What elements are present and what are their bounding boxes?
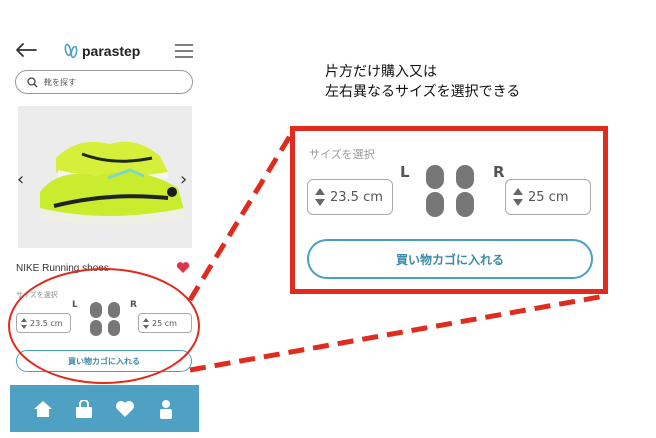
right-size-value: 25 cm [152, 318, 177, 328]
connector-dashed-line-bottom [189, 293, 606, 373]
user-icon [160, 399, 173, 419]
stepper-arrows-icon[interactable] [513, 188, 523, 206]
bag-icon [75, 399, 92, 418]
phone-screen: parastep 靴を探す ‹ › NIKE Running shoes サイズ… [8, 36, 200, 432]
right-size-stepper[interactable]: 25 cm [138, 313, 192, 333]
size-select-label: サイズを選択 [16, 291, 58, 299]
app-logo[interactable]: parastep [64, 42, 140, 60]
search-input[interactable]: 靴を探す [15, 70, 193, 94]
shoe-image [18, 106, 192, 248]
hamburger-menu-icon[interactable] [174, 43, 194, 59]
footprint-logo-icon [64, 43, 78, 59]
feet-pictogram-icon [90, 302, 120, 336]
stepper-arrows-icon[interactable] [143, 317, 149, 329]
stepper-arrows-icon[interactable] [21, 317, 27, 329]
size-select-label: サイズを選択 [309, 148, 375, 161]
product-name: NIKE Running shoes [16, 263, 109, 274]
right-size-value: 25 cm [528, 189, 569, 205]
left-foot-marker: L [400, 163, 410, 181]
left-size-value: 23.5 cm [330, 189, 383, 205]
left-foot-marker: L [72, 300, 78, 310]
search-icon [27, 76, 38, 87]
left-size-stepper[interactable]: 23.5 cm [307, 179, 393, 215]
tab-bag[interactable] [72, 398, 96, 420]
app-logo-text: parastep [82, 43, 141, 59]
right-foot-marker: R [130, 300, 137, 310]
search-placeholder: 靴を探す [44, 77, 76, 87]
left-size-stepper[interactable]: 23.5 cm [16, 313, 71, 333]
prev-image-chevron-icon[interactable]: ‹ [17, 169, 24, 190]
product-image[interactable] [18, 106, 192, 248]
right-foot-marker: R [493, 163, 505, 181]
add-to-cart-button[interactable]: 買い物カゴに入れる [307, 239, 593, 279]
feet-pictogram-icon [426, 165, 474, 217]
stepper-arrows-icon[interactable] [315, 188, 325, 206]
tab-account[interactable] [154, 398, 178, 420]
size-selector-zoom-callout: サイズを選択 L R 23.5 cm 25 cm 買い物カゴに入れる [290, 126, 608, 294]
home-icon [33, 400, 52, 417]
left-size-value: 23.5 cm [30, 318, 63, 328]
next-image-chevron-icon[interactable]: › [180, 169, 187, 190]
right-size-stepper[interactable]: 25 cm [505, 179, 591, 215]
annotation-caption: 片方だけ購入又は 左右異なるサイズを選択できる [325, 62, 520, 102]
tab-favorites[interactable] [113, 398, 137, 420]
add-to-cart-button[interactable]: 買い物カゴに入れる [16, 350, 192, 372]
heart-icon [116, 400, 135, 417]
tab-home[interactable] [31, 398, 55, 420]
back-arrow-icon[interactable] [14, 42, 38, 58]
connector-dashed-line-top [187, 129, 296, 302]
annotation-line-2: 左右異なるサイズを選択できる [325, 84, 521, 100]
bottom-tab-bar [10, 385, 199, 432]
favorite-heart-icon[interactable] [176, 261, 190, 274]
annotation-line-1: 片方だけ購入又は [325, 64, 437, 80]
